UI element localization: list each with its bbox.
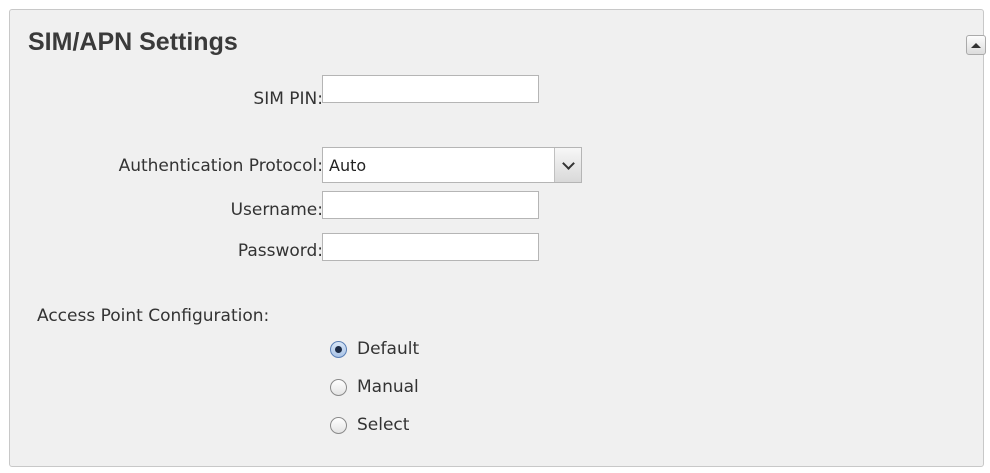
radio-manual-label: Manual — [357, 377, 419, 397]
radio-button[interactable] — [330, 378, 347, 396]
radio-button[interactable] — [330, 416, 347, 434]
chevron-down-icon — [561, 156, 575, 170]
auth-protocol-value: Auto — [329, 156, 367, 175]
panel-title: SIM/APN Settings — [28, 28, 238, 56]
username-input[interactable] — [322, 191, 539, 219]
dropdown-button[interactable] — [554, 148, 581, 182]
radio-select[interactable]: Select — [330, 413, 409, 437]
password-label: Password: — [237, 241, 323, 261]
radio-select-label: Select — [357, 415, 410, 435]
radio-default-label: Default — [357, 339, 420, 359]
radio-button-checked[interactable] — [330, 340, 347, 358]
sim-pin-input[interactable] — [322, 75, 539, 103]
access-point-label: Access Point Configuration: — [37, 306, 270, 326]
password-input[interactable] — [322, 233, 539, 261]
radio-manual[interactable]: Manual — [330, 375, 419, 399]
collapse-button[interactable] — [966, 35, 986, 55]
triangle-up-icon — [971, 42, 981, 48]
radio-dot-icon — [335, 345, 342, 353]
sim-apn-settings-panel: SIM/APN Settings SIM PIN: Authentication… — [9, 9, 986, 467]
auth-protocol-select[interactable]: Auto — [322, 147, 582, 183]
sim-pin-label: SIM PIN: — [253, 89, 323, 109]
radio-default[interactable]: Default — [330, 337, 419, 361]
auth-protocol-label: Authentication Protocol: — [118, 156, 323, 176]
username-label: Username: — [230, 200, 323, 220]
